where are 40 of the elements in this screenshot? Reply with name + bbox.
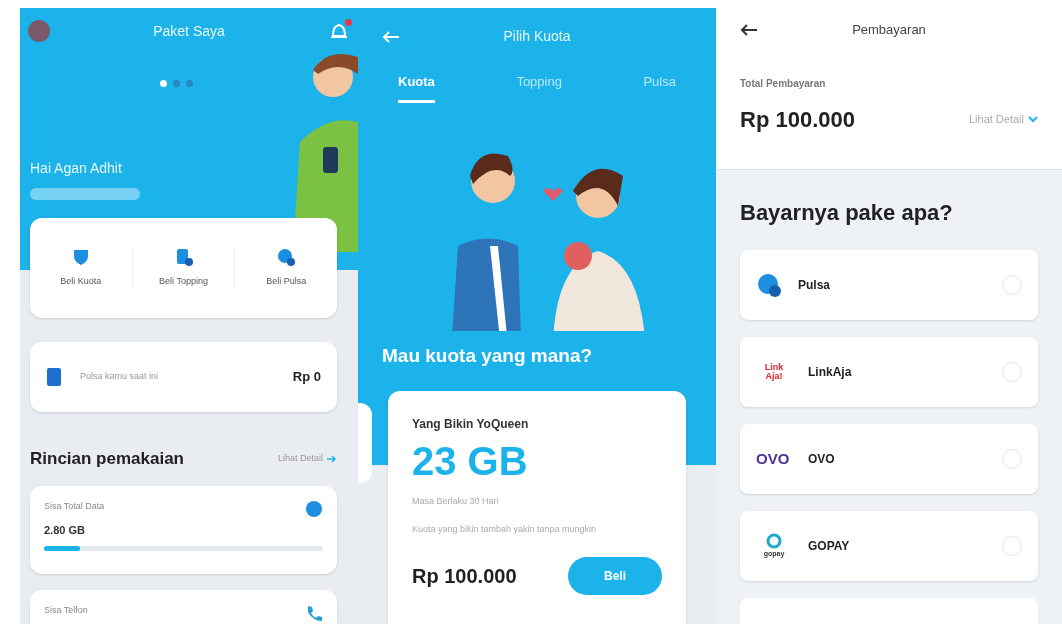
sim-card-icon (46, 367, 62, 387)
total-label: Total Pembayaran (740, 76, 827, 91)
chevron-down-icon (1028, 115, 1038, 123)
payment-option[interactable]: Link Aja! LinkAja (740, 337, 1038, 407)
brand-logo: OVO (756, 448, 791, 469)
offer-size: 23 GB (412, 438, 529, 485)
back-icon (740, 23, 758, 36)
phone-icon (305, 604, 323, 622)
brand-logo: Link Aja! (763, 363, 785, 381)
offer-description: Kuota yang bikin tambah yakin tanpa mungkin (412, 522, 598, 536)
shortcut-button[interactable]: Beli Topping (131, 247, 235, 289)
balance-label: Pulsa kamu saat ini (80, 370, 160, 384)
payment-name: LinkAja (808, 364, 853, 381)
usage-label: Sisa Telfon (44, 604, 88, 617)
offer-price: Rp 100.000 (412, 563, 517, 589)
payment-name: GOPAY (808, 538, 851, 555)
shortcut-button[interactable]: Beli Kuota (30, 247, 132, 289)
screen-title: Paket Saya (153, 21, 225, 41)
ring-icon (766, 532, 782, 549)
back-icon (382, 30, 400, 43)
balance-value: Rp 0 (292, 368, 321, 387)
arrow-right-icon (327, 454, 337, 463)
offer-name: Yang Bikin YoQueen (412, 416, 530, 433)
coin-icon (756, 272, 782, 298)
usage-label: Sisa Total Data (44, 500, 105, 513)
section-title: Bayarnya pake apa? (740, 199, 954, 227)
payment-option[interactable]: Pulsa (740, 250, 1038, 320)
payment-option[interactable]: OVO OVO (740, 424, 1038, 494)
coin-icon (276, 247, 297, 268)
total-amount: Rp 100.000 (740, 105, 855, 134)
payment-name: Pulsa (798, 277, 831, 294)
usage-value: 2.80 GB (44, 522, 86, 538)
headline: Mau kuota yang mana? (382, 344, 593, 368)
screen-title: Pembayaran (851, 21, 927, 39)
shortcut-button[interactable]: Beli Pulsa (234, 247, 337, 289)
payment-name: OVO (808, 451, 836, 468)
greeting-text: Hai Agan Adhit (30, 159, 122, 178)
screen-title: Pilih Kuota (502, 27, 572, 46)
validity-text: Masa Berlaku 30 Hari (412, 495, 500, 508)
section-title: Rincian pemakaian (30, 448, 184, 470)
